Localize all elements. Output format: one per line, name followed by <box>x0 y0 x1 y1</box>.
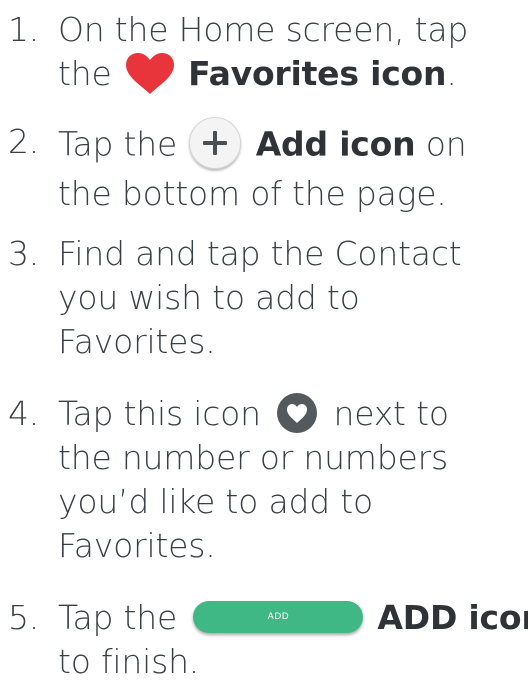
favorites-icon-label: Favorites icon <box>188 54 447 93</box>
add-icon-label: Add icon <box>255 124 416 164</box>
step-2-text-on: on <box>425 124 467 164</box>
step-1-text: the <box>58 54 112 93</box>
step-number: 2. <box>8 122 40 161</box>
step-1-line-1: On the Home screen, tap <box>58 10 469 49</box>
step-4-line-2: the number or numbers <box>58 438 448 477</box>
step-4-line-4: Favorites. <box>58 526 216 565</box>
add-button-icon: ADD <box>193 600 364 633</box>
step-3-line-2: you wish to add to <box>58 278 360 317</box>
step-3-line-1: Find and tap the Contact <box>58 234 462 273</box>
step-1-period: . <box>446 54 457 93</box>
step-number: 3. <box>8 234 40 273</box>
add-icon-label: ADD icon <box>377 598 528 637</box>
step-2-text: Tap the <box>58 124 178 164</box>
step-number: 5. <box>8 598 40 637</box>
heart-circle-icon <box>277 392 318 433</box>
heart-icon <box>124 52 176 96</box>
step-number: 4. <box>8 394 40 433</box>
plus-circle-icon <box>189 117 242 169</box>
step-2-line-2: the bottom of the page. <box>58 174 447 213</box>
step-4-text: Tap this icon <box>58 394 261 433</box>
step-4-text-next: next to <box>333 394 449 433</box>
add-button-label: ADD <box>267 611 290 622</box>
step-3-line-3: Favorites. <box>58 322 216 361</box>
step-4-line-3: you’d like to add to <box>58 482 373 521</box>
step-number: 1. <box>8 10 40 49</box>
step-5-text: Tap the <box>58 598 178 637</box>
step-5-line-2: to finish. <box>58 642 200 681</box>
